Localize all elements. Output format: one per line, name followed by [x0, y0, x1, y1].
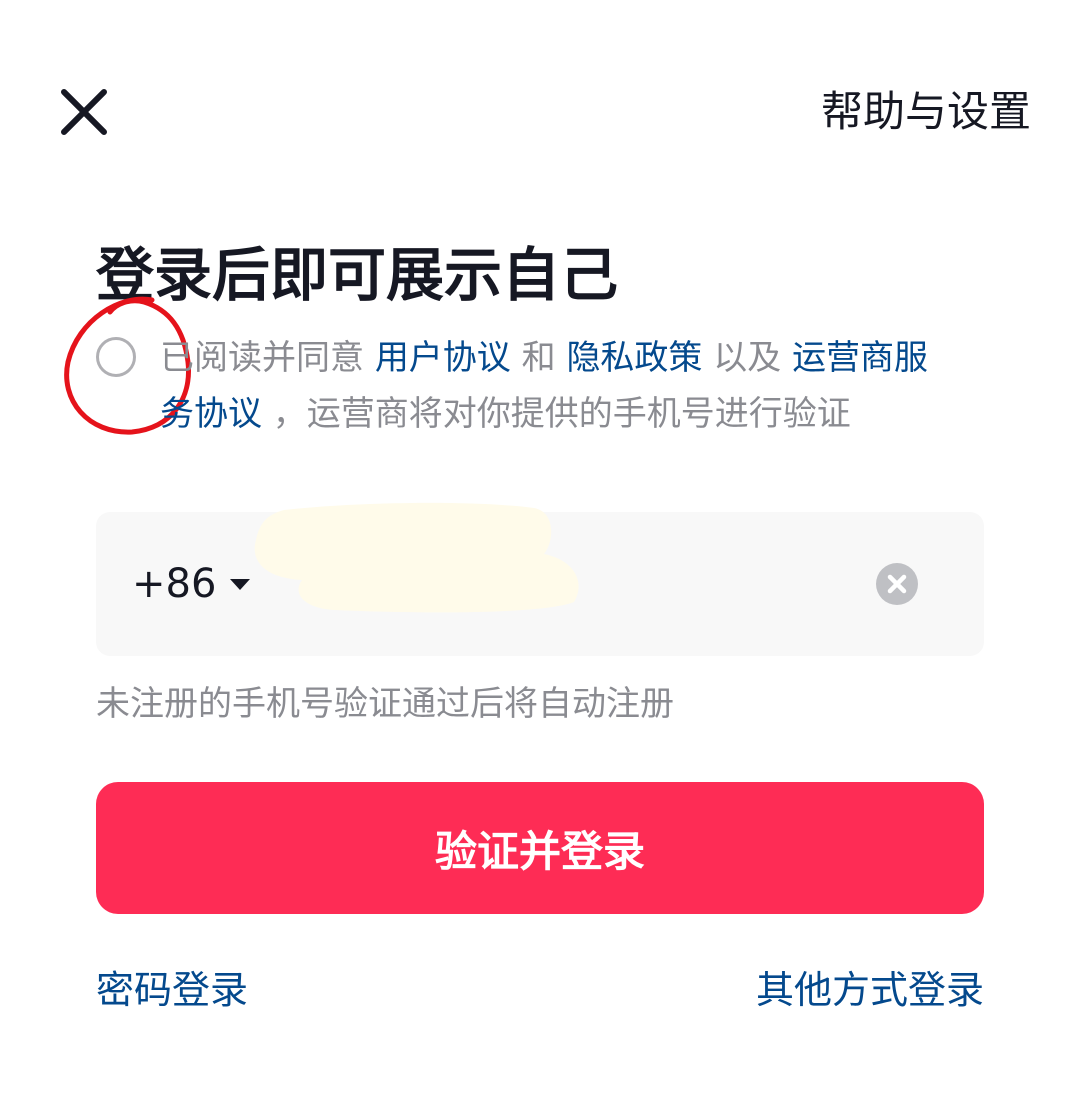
country-code-selector[interactable]: +86	[132, 556, 251, 612]
password-login-link[interactable]: 密码登录	[96, 966, 248, 1014]
verify-login-button[interactable]: 验证并登录	[96, 782, 984, 914]
agreement-suffix: ，运营商将对你提供的手机号进行验证	[262, 394, 851, 434]
agreement-radio[interactable]	[96, 337, 136, 377]
phone-input-box: +86	[96, 502, 984, 656]
close-button[interactable]	[56, 84, 112, 140]
close-icon	[61, 89, 107, 135]
country-code: +86	[132, 561, 217, 607]
registration-hint: 未注册的手机号验证通过后将自动注册	[96, 684, 674, 724]
help-settings-link[interactable]: 帮助与设置	[821, 86, 1031, 138]
agreement-text: 已阅读并同意 用户协议 和 隐私政策 以及 运营商服务协议 ，运营商将对你提供的…	[160, 330, 960, 442]
page-title: 登录后即可展示自己	[96, 241, 619, 309]
clear-icon	[887, 574, 907, 594]
clear-input-button[interactable]	[876, 563, 918, 605]
privacy-policy-link[interactable]: 隐私政策	[566, 338, 702, 378]
agreement-and-also: 以及	[702, 338, 793, 378]
phone-number-input[interactable]	[254, 552, 858, 618]
user-agreement-link[interactable]: 用户协议	[375, 338, 511, 378]
agreement-and: 和	[510, 338, 567, 378]
caret-down-icon	[230, 578, 251, 590]
other-login-link[interactable]: 其他方式登录	[756, 966, 984, 1014]
agreement-prefix: 已阅读并同意	[160, 338, 375, 378]
